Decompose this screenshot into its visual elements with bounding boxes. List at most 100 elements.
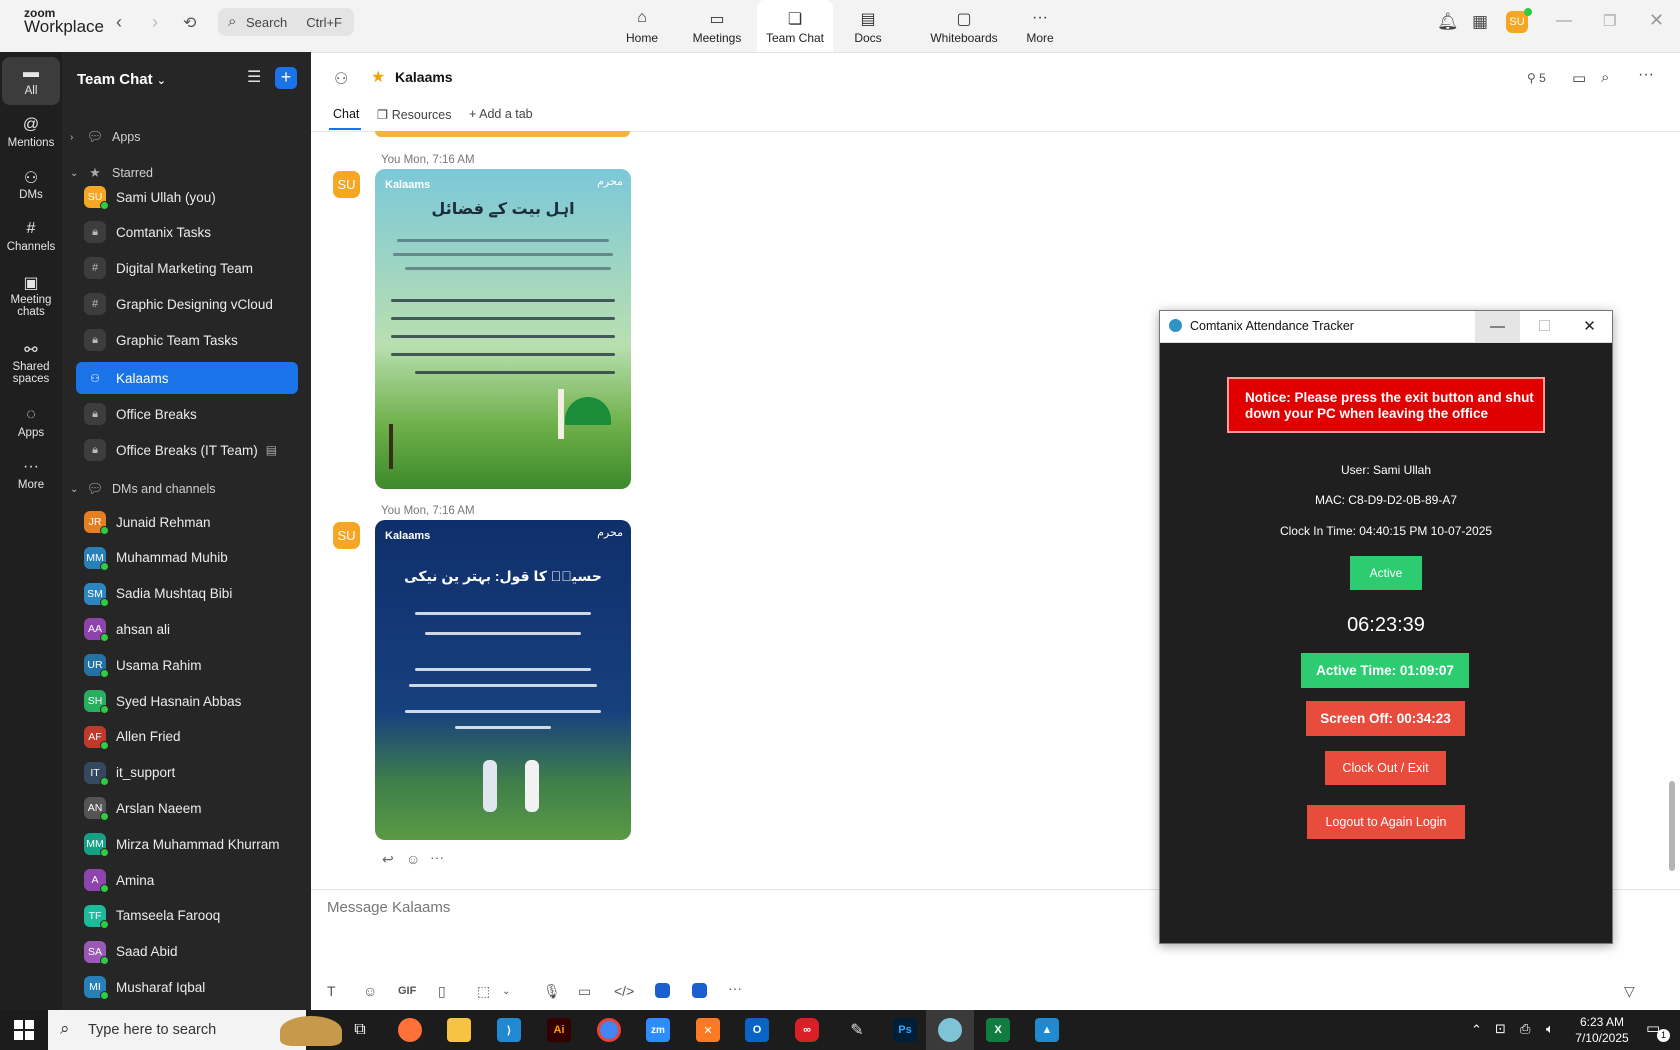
chevron-down-icon[interactable]: ⌄	[502, 986, 510, 997]
creative-cloud-icon[interactable]: ∞	[785, 1010, 829, 1050]
tray-app-icon[interactable]: ⊡	[1495, 1021, 1506, 1037]
pen-tool-icon[interactable]: ✎	[835, 1010, 879, 1050]
image-viewer-icon[interactable]: ▲	[1025, 1010, 1069, 1050]
file-explorer-icon[interactable]	[437, 1010, 481, 1050]
message-input[interactable]: Message Kalaams	[327, 899, 450, 916]
calendar-icon[interactable]: ▦	[1472, 12, 1488, 32]
filter-icon[interactable]: ☰	[247, 67, 261, 87]
sidebar-dm-item[interactable]: MM Muhammad Muhib	[76, 542, 298, 574]
sidebar-item-digital-marketing[interactable]: # Digital Marketing Team	[76, 252, 298, 284]
emoji-reaction-icon[interactable]: ☺	[406, 851, 420, 867]
nav-team-chat[interactable]: ❏ Team Chat	[757, 0, 833, 52]
nav-meetings[interactable]: ▭ Meetings	[679, 0, 755, 52]
rail-channels[interactable]: # Channels	[2, 213, 60, 261]
message-avatar[interactable]: SU	[333, 522, 360, 549]
tracker-taskbar-icon[interactable]	[926, 1010, 974, 1050]
sidebar-dm-item[interactable]: AN Arslan Naeem	[76, 792, 298, 824]
chat-title[interactable]: Kalaams	[395, 69, 453, 85]
sidebar-dm-item[interactable]: AA ahsan ali	[76, 613, 298, 645]
maximize-icon[interactable]: ❐	[1603, 12, 1616, 30]
emoji-icon[interactable]: ☺	[363, 983, 377, 999]
nav-home[interactable]: ⌂ Home	[604, 0, 680, 52]
sidebar-dm-item[interactable]: SH Syed Hasnain Abbas	[76, 685, 298, 717]
microphone-icon[interactable]: 🎙︎	[543, 983, 561, 1000]
app-shortcut-icon[interactable]	[692, 983, 707, 998]
more-dots-icon[interactable]: ···	[1638, 66, 1654, 84]
video-message-icon[interactable]: ▭	[578, 983, 591, 1000]
sidebar-dm-item[interactable]: AF Allen Fried	[76, 721, 298, 753]
sidebar-dm-item[interactable]: UR Usama Rahim	[76, 649, 298, 681]
gif-icon[interactable]: GIF	[398, 985, 416, 997]
video-camera-icon[interactable]: ▭	[1572, 69, 1586, 87]
zoom-app-icon[interactable]: zm	[636, 1010, 680, 1050]
sidebar-dm-item[interactable]: MM Mirza Muhammad Khurram	[76, 828, 298, 860]
illustrator-icon[interactable]: Ai	[537, 1010, 581, 1050]
rail-all[interactable]: ▬ All	[2, 57, 60, 105]
firefox-icon[interactable]	[388, 1010, 432, 1050]
sidebar-item-sami-ullah[interactable]: SU Sami Ullah (you)	[76, 181, 298, 213]
taskbar-search-box[interactable]: ⌕ Type here to search	[48, 1010, 342, 1050]
rail-dms[interactable]: ⚇ DMs	[2, 161, 60, 209]
members-count[interactable]: ⚲ 5	[1527, 71, 1546, 85]
tab-add[interactable]: + Add a tab	[469, 107, 533, 121]
close-icon[interactable]: ✕	[1649, 10, 1664, 31]
network-icon[interactable]: ⎙	[1520, 1021, 1530, 1037]
nav-docs[interactable]: ▤ Docs	[830, 0, 906, 52]
history-icon[interactable]: ⟲	[183, 13, 196, 33]
notifications-bell-icon[interactable]: 🔔︎	[1437, 12, 1459, 32]
tray-expand-icon[interactable]: ⌃	[1471, 1022, 1482, 1038]
rail-meeting-chats[interactable]: ▣ Meeting chats	[2, 266, 60, 326]
kalaam-image-2[interactable]: Kalaams محرم حسینؓ کا قول: بہتر ین نیکی	[375, 520, 631, 840]
code-snippet-icon[interactable]: </>	[614, 983, 634, 999]
rail-shared-spaces[interactable]: ⚯ Shared spaces	[2, 333, 60, 393]
outlook-icon[interactable]: O	[735, 1010, 779, 1050]
sidebar-item-graphic-designing[interactable]: # Graphic Designing vCloud	[76, 288, 298, 320]
kalaam-image-1[interactable]: Kalaams محرم اہل بیت کے فضائل	[375, 169, 631, 489]
excel-icon[interactable]: X	[976, 1010, 1020, 1050]
message-avatar[interactable]: SU	[333, 171, 360, 198]
rail-mentions[interactable]: @ Mentions	[2, 109, 60, 157]
taskbar-clock[interactable]: 6:23 AM 7/10/2025	[1566, 1014, 1638, 1046]
text-format-icon[interactable]: T	[327, 983, 336, 999]
rail-more[interactable]: ··· More	[2, 451, 60, 499]
nav-more[interactable]: ··· More	[1002, 0, 1078, 52]
section-dms-channels[interactable]: ⌄ 💬︎ DMs and channels	[70, 477, 216, 501]
more-dots-icon[interactable]: ···	[728, 980, 742, 996]
back-arrow-icon[interactable]: ‹	[116, 12, 122, 33]
close-icon[interactable]: ✕	[1567, 311, 1612, 342]
chat-scrollbar[interactable]	[1669, 781, 1675, 871]
sidebar-dm-item[interactable]: SA Saad Abid	[76, 936, 298, 968]
search-icon[interactable]: ⌕	[1601, 69, 1609, 86]
maximize-icon[interactable]: ☐	[1522, 311, 1567, 342]
sidebar-dm-item[interactable]: IT it_support	[76, 757, 298, 789]
logout-button[interactable]: Logout to Again Login	[1307, 805, 1465, 839]
tab-resources[interactable]: ❐ Resources	[377, 107, 451, 122]
volume-icon[interactable]: 🔈︎	[1546, 1021, 1554, 1037]
sidebar-item-graphic-team-tasks[interactable]: 🔒︎ Graphic Team Tasks	[76, 324, 298, 356]
sidebar-item-office-breaks[interactable]: 🔒︎ Office Breaks	[76, 398, 298, 430]
rail-apps[interactable]: ◌ Apps	[2, 399, 60, 447]
screenshot-icon[interactable]: ⬚	[477, 983, 490, 1000]
search-box[interactable]: ⌕ Search Ctrl+F	[218, 8, 354, 36]
nav-whiteboards[interactable]: ▢ Whiteboards	[917, 0, 1011, 52]
task-view-icon[interactable]: ⧉	[338, 1010, 382, 1050]
sidebar-dm-item[interactable]: A Amina	[76, 864, 298, 896]
section-apps[interactable]: › 💬︎ Apps	[70, 125, 141, 149]
file-icon[interactable]: ▯	[438, 983, 446, 1000]
sidebar-dm-item[interactable]: SM Sadia Mushtaq Bibi	[76, 578, 298, 610]
windows-start-icon[interactable]	[14, 1020, 34, 1040]
vscode-icon[interactable]: ⟩	[487, 1010, 531, 1050]
minimize-icon[interactable]: —	[1556, 12, 1572, 30]
sidebar-dm-item[interactable]: MI Musharaf Iqbal	[76, 971, 298, 1003]
sidebar-item-kalaams[interactable]: ⚇ Kalaams	[76, 362, 298, 394]
sidebar-dm-item[interactable]: TF Tamseela Farooq	[76, 900, 298, 932]
send-options-icon[interactable]: ▽	[1624, 983, 1635, 1000]
star-icon[interactable]: ★	[371, 67, 385, 87]
forward-arrow-icon[interactable]: ›	[152, 12, 158, 33]
more-dots-icon[interactable]: ···	[430, 849, 444, 865]
chrome-icon[interactable]	[587, 1010, 631, 1050]
new-chat-button[interactable]: +	[275, 67, 297, 89]
reply-icon[interactable]: ↩	[382, 851, 394, 868]
sidebar-item-comtanix-tasks[interactable]: 🔒︎ Comtanix Tasks	[76, 216, 298, 248]
clock-out-button[interactable]: Clock Out / Exit	[1325, 751, 1446, 785]
